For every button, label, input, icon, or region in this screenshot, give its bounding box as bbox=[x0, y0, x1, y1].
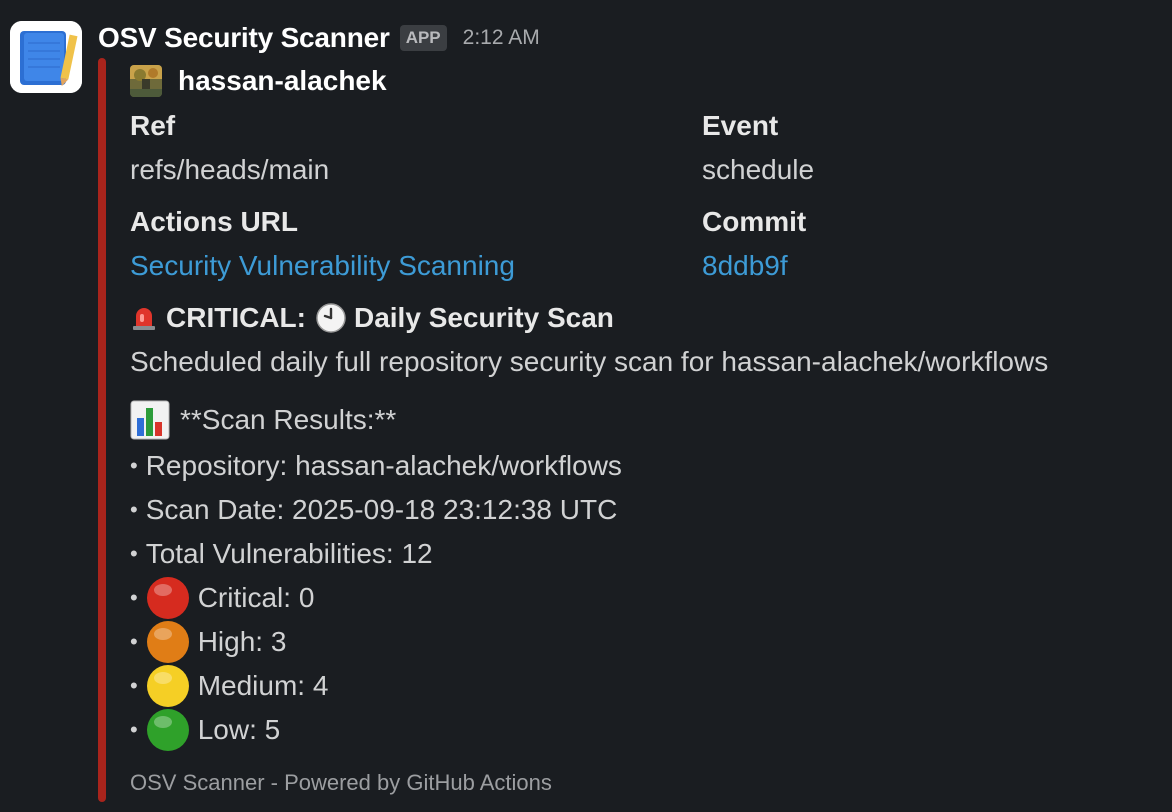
app-badge: APP bbox=[399, 25, 447, 51]
attachment-author: hassan-alachek bbox=[130, 64, 387, 98]
bullet-point: • bbox=[130, 497, 138, 522]
attachment-accent-bar bbox=[98, 58, 106, 802]
commit-link[interactable]: 8ddb9f bbox=[702, 246, 806, 286]
bullet-point: • bbox=[130, 541, 138, 566]
field-ref: Ref refs/heads/main bbox=[130, 106, 329, 190]
bullet-point: • bbox=[130, 585, 138, 610]
scan-description: Scheduled daily full repository security… bbox=[130, 346, 1049, 377]
yellow-circle-icon bbox=[146, 664, 190, 708]
bullet-point: • bbox=[130, 673, 138, 698]
field-commit-title: Commit bbox=[702, 206, 807, 237]
bullet-point: • bbox=[130, 629, 138, 654]
scan-headline: CRITICAL: Daily Security Scan bbox=[130, 298, 614, 338]
result-text: Repository: hassan-alachek/workflows bbox=[145, 450, 622, 481]
result-text: High: 3 bbox=[197, 626, 287, 657]
field-ref-title: Ref bbox=[130, 110, 176, 141]
rotating-light-icon bbox=[130, 304, 158, 332]
headline-title: Daily Security Scan bbox=[353, 302, 614, 333]
field-event-title: Event bbox=[702, 110, 779, 141]
headline-prefix: CRITICAL: bbox=[166, 302, 306, 333]
notebook-pencil-icon bbox=[10, 21, 82, 93]
slack-message: OSV Security Scanner APP 2:12 AM hassan-… bbox=[0, 0, 1172, 812]
clock-icon bbox=[316, 303, 346, 333]
result-text: Total Vulnerabilities: 12 bbox=[145, 538, 433, 569]
message-timestamp[interactable]: 2:12 AM bbox=[463, 26, 540, 50]
results-heading-line: **Scan Results:** bbox=[130, 400, 396, 440]
field-event: Event schedule bbox=[702, 106, 814, 190]
bullet-point: • bbox=[130, 717, 138, 742]
result-item: • High: 3 bbox=[130, 620, 287, 664]
bullet-point: • bbox=[130, 453, 138, 478]
orange-circle-icon bbox=[146, 620, 190, 664]
green-circle-icon bbox=[146, 708, 190, 752]
field-actions-url: Actions URL Security Vulnerability Scann… bbox=[130, 202, 515, 286]
message-header: OSV Security Scanner APP 2:12 AM bbox=[98, 18, 540, 58]
result-text: Critical: 0 bbox=[197, 582, 315, 613]
result-text: Low: 5 bbox=[197, 714, 281, 745]
author-avatar[interactable] bbox=[130, 65, 162, 97]
result-item: • Scan Date: 2025-09-18 23:12:38 UTC bbox=[130, 490, 617, 530]
field-commit: Commit 8ddb9f bbox=[702, 202, 806, 286]
result-item: • Critical: 0 bbox=[130, 576, 315, 620]
field-actions-url-title: Actions URL bbox=[130, 206, 298, 237]
field-event-value: schedule bbox=[702, 154, 815, 185]
results-heading: **Scan Results:** bbox=[180, 404, 397, 435]
result-item: • Medium: 4 bbox=[130, 664, 329, 708]
result-item: • Repository: hassan-alachek/workflows bbox=[130, 446, 622, 486]
app-avatar[interactable] bbox=[10, 21, 82, 93]
result-item: • Low: 5 bbox=[130, 708, 281, 752]
actions-url-link[interactable]: Security Vulnerability Scanning bbox=[130, 246, 515, 286]
author-name[interactable]: hassan-alachek bbox=[178, 65, 387, 97]
field-ref-value: refs/heads/main bbox=[130, 154, 330, 185]
result-text: Scan Date: 2025-09-18 23:12:38 UTC bbox=[145, 494, 618, 525]
author-avatar-image bbox=[130, 65, 162, 97]
red-circle-icon bbox=[146, 576, 190, 620]
app-name[interactable]: OSV Security Scanner bbox=[98, 22, 390, 54]
bar-chart-icon bbox=[130, 400, 170, 440]
result-text: Medium: 4 bbox=[197, 670, 329, 701]
result-item: • Total Vulnerabilities: 12 bbox=[130, 534, 433, 574]
attachment-footer: OSV Scanner - Powered by GitHub Actions bbox=[130, 770, 552, 795]
